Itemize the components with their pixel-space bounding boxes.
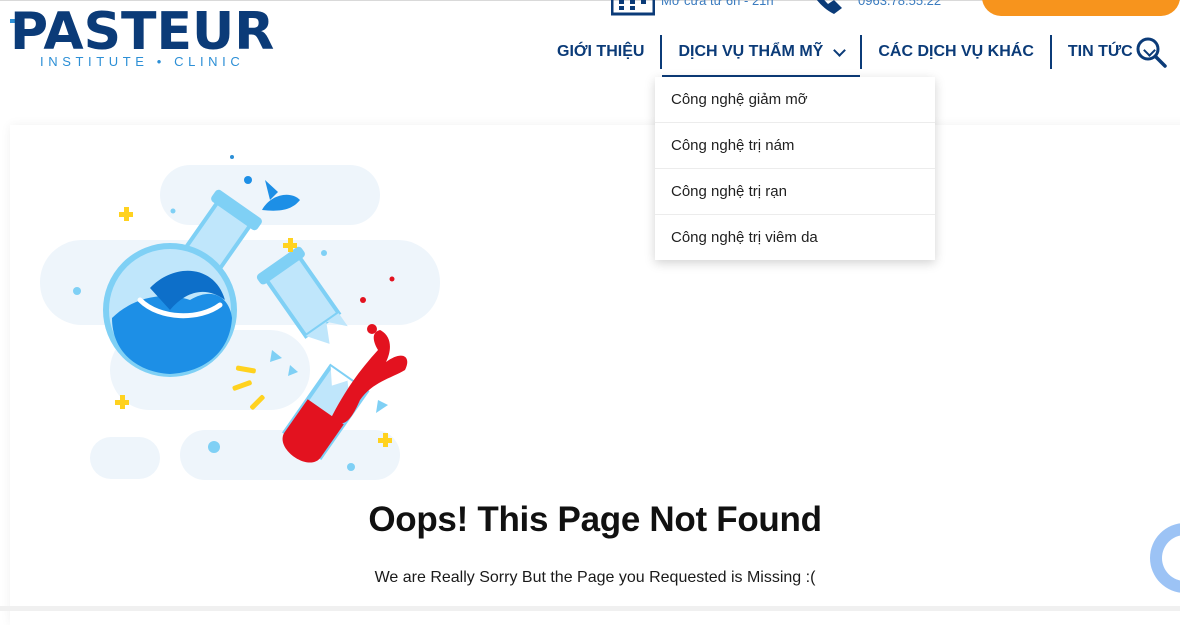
brand-name: PASTEUR (10, 2, 275, 62)
calendar-icon (611, 0, 655, 16)
error-title: Oops! This Page Not Found (368, 500, 822, 539)
nav-label: DỊCH VỤ THẨM MỸ (678, 43, 824, 60)
booking-button[interactable] (982, 0, 1180, 16)
bottom-divider (0, 606, 1180, 611)
nav-item-gioi-thieu[interactable]: GIỚI THIỆU (541, 35, 660, 69)
nav-label: CÁC DỊCH VỤ KHÁC (878, 43, 1034, 60)
main-nav: GIỚI THIỆU DỊCH VỤ THẨM MỸ CÁC DỊCH VỤ K… (541, 34, 1170, 77)
dropdown-item-tri-viem-da[interactable]: Công nghệ trị viêm da (655, 215, 935, 260)
nav-label: GIỚI THIỆU (557, 43, 645, 60)
dropdown-item-tri-nam[interactable]: Công nghệ trị nám (655, 123, 935, 169)
services-dropdown: Công nghệ giảm mỡ Công nghệ trị nám Công… (655, 77, 935, 260)
dropdown-item-tri-ran[interactable]: Công nghệ trị rạn (655, 169, 935, 215)
nav-item-dich-vu-tham-my[interactable]: DỊCH VỤ THẨM MỸ (662, 35, 861, 77)
phone-icon (816, 0, 842, 14)
broken-flask-illustration (40, 155, 440, 480)
brand-tagline: INSTITUTE • CLINIC (40, 54, 245, 69)
dropdown-item-giam-mo[interactable]: Công nghệ giảm mỡ (655, 77, 935, 123)
chevron-down-icon (833, 43, 847, 57)
opening-hours: Mở cửa từ 6h - 21h (661, 0, 774, 8)
nav-label: TIN TỨC (1067, 43, 1133, 60)
brand-logo[interactable]: PASTEUR INSTITUTE • CLINIC (10, 4, 280, 70)
error-subtitle: We are Really Sorry But the Page you Req… (374, 569, 816, 586)
hotline-number[interactable]: 0963.78.55.22 (858, 0, 941, 8)
search-icon[interactable] (1135, 36, 1167, 68)
nav-item-cac-dich-vu-khac[interactable]: CÁC DỊCH VỤ KHÁC (862, 35, 1050, 69)
